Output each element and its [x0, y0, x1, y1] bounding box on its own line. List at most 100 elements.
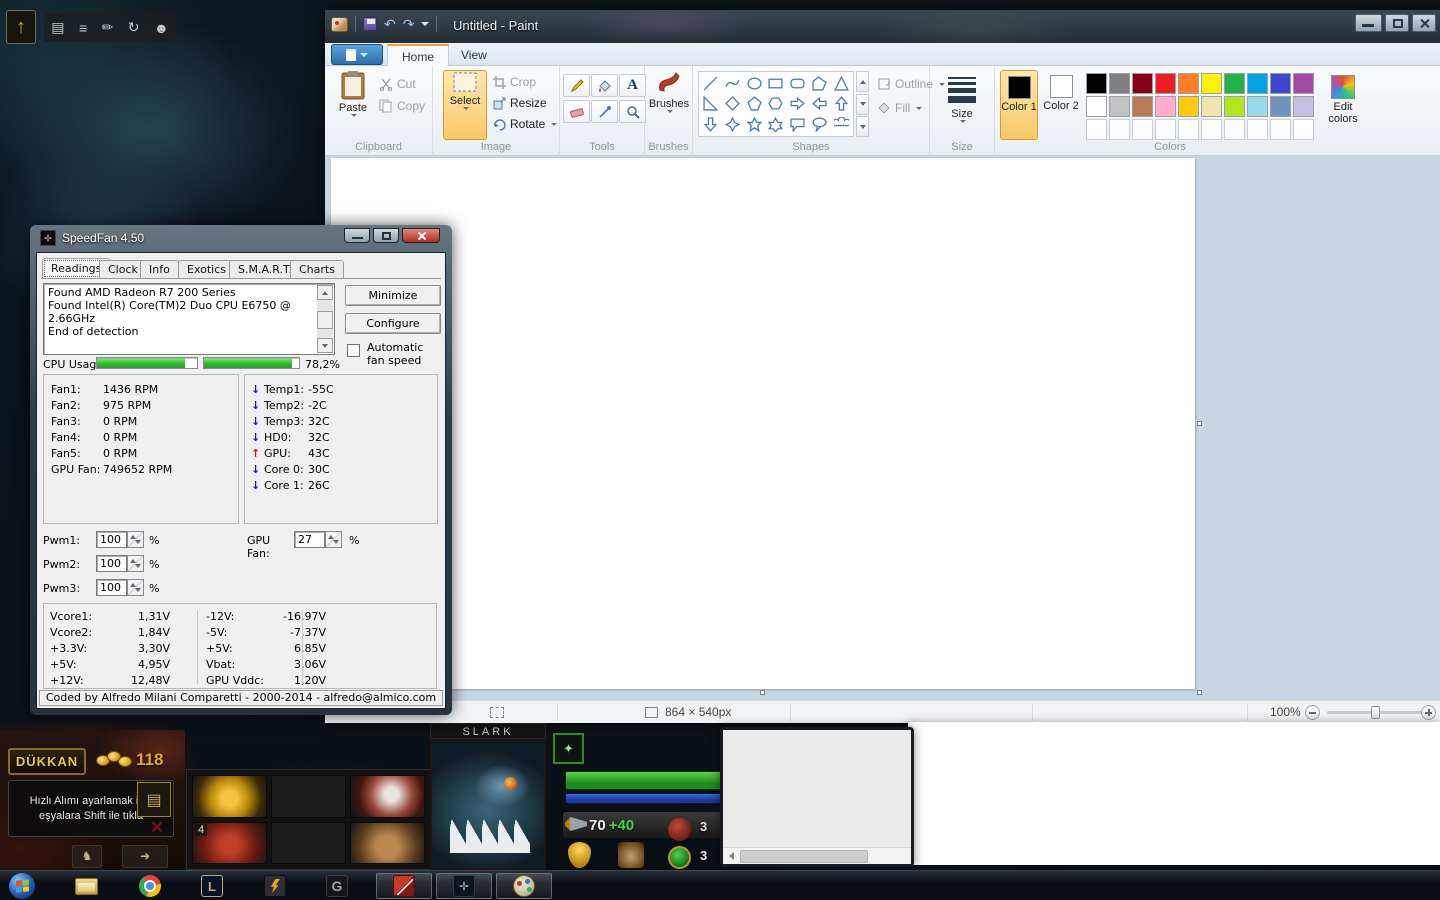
palette-color[interactable] [1270, 73, 1291, 94]
magnifier-tool-button[interactable] [619, 100, 646, 123]
taskbar-item-logitech[interactable]: G [317, 873, 357, 899]
qat-dropdown-icon[interactable] [421, 22, 430, 26]
tab-exotics[interactable]: Exotics [178, 260, 235, 278]
shape-line[interactable] [700, 73, 722, 94]
shape-polygon[interactable] [809, 73, 831, 94]
shape-six-point-star[interactable] [765, 114, 787, 135]
text-tool-button[interactable]: A [619, 74, 646, 97]
picker-tool-button[interactable] [591, 100, 618, 123]
palette-empty-slot[interactable] [1270, 119, 1291, 140]
paint-titlebar[interactable]: ↶ ↷ Untitled - Paint [325, 10, 1440, 43]
palette-color[interactable] [1247, 73, 1268, 94]
dota-scroll-up-button[interactable]: ↑ [6, 10, 36, 44]
palette-color[interactable] [1293, 73, 1314, 94]
taskbar-item-winamp[interactable] [255, 873, 295, 899]
dota-voice-icon[interactable]: ☻ [154, 20, 169, 36]
dota-book-icon[interactable]: ▤ [51, 19, 64, 36]
dota-deliver-items-button[interactable]: ➜ [122, 845, 168, 868]
dota-shop-button[interactable]: DÜKKAN [8, 748, 86, 775]
palette-empty-slot[interactable] [1201, 119, 1222, 140]
palette-empty-slot[interactable] [1109, 119, 1130, 140]
shape-oval-callout[interactable] [809, 114, 831, 135]
fill-button[interactable]: Fill [877, 98, 923, 118]
palette-color[interactable] [1270, 96, 1291, 117]
shape-ellipse[interactable] [743, 73, 765, 94]
shape-rounded-rectangle[interactable] [787, 73, 809, 94]
dota-hero-portrait[interactable] [430, 739, 546, 870]
shapes-scroll-up-button[interactable] [856, 71, 869, 92]
tab-view[interactable]: View [447, 44, 501, 66]
edit-colors-button[interactable]: Edit colors [1321, 70, 1365, 140]
zoom-slider-thumb[interactable] [1371, 706, 1380, 719]
close-button[interactable] [402, 228, 440, 243]
palette-color[interactable] [1109, 73, 1130, 94]
tab-info[interactable]: Info [140, 260, 179, 278]
pwm2-input[interactable]: 100 [96, 555, 127, 572]
shape-curve[interactable] [722, 73, 744, 94]
scrollbar-thumb[interactable] [740, 849, 868, 863]
shape-rounded-callout[interactable] [787, 114, 809, 135]
zoom-slider-track[interactable] [1327, 706, 1427, 719]
palette-color[interactable] [1224, 73, 1245, 94]
tab-charts[interactable]: Charts [290, 260, 344, 278]
color1-button[interactable]: Color 1 [1000, 70, 1038, 140]
palette-empty-slot[interactable] [1178, 119, 1199, 140]
scroll-down-button[interactable] [317, 338, 333, 353]
palette-color[interactable] [1155, 73, 1176, 94]
taskbar-item-paint[interactable] [496, 873, 552, 899]
horizontal-scrollbar[interactable] [723, 847, 911, 864]
dota-list-icon[interactable]: ≡ [79, 20, 87, 36]
pwm2-spinner[interactable] [127, 555, 144, 572]
dota-rotate-icon[interactable]: ↻ [128, 19, 140, 36]
log-scrollbar[interactable] [317, 285, 333, 353]
palette-empty-slot[interactable] [1155, 119, 1176, 140]
palette-empty-slot[interactable] [1086, 119, 1107, 140]
palette-color[interactable] [1178, 73, 1199, 94]
undo-icon[interactable]: ↶ [384, 17, 396, 31]
maximize-button[interactable] [373, 228, 399, 243]
zoom-out-button[interactable] [1305, 705, 1320, 720]
canvas-resize-handle-corner[interactable] [1197, 690, 1202, 695]
taskbar-item-chrome[interactable] [130, 873, 170, 899]
pwm3-spinner[interactable] [127, 579, 144, 596]
taskbar-item-speedfan[interactable] [436, 873, 492, 899]
palette-empty-slot[interactable] [1224, 119, 1245, 140]
shape-left-arrow[interactable] [809, 94, 831, 115]
select-button[interactable]: Select [443, 70, 487, 140]
minimize-button[interactable] [1355, 14, 1382, 32]
paste-button[interactable]: Paste [331, 70, 375, 140]
inventory-slot-tango[interactable]: 4 [192, 821, 267, 864]
palette-color[interactable] [1178, 96, 1199, 117]
pwm3-input[interactable]: 100 [96, 579, 127, 596]
fill-tool-button[interactable] [591, 74, 618, 97]
tab-home[interactable]: Home [387, 44, 450, 66]
shapes-scroll-down-button[interactable] [856, 93, 869, 115]
palette-color[interactable] [1201, 96, 1222, 117]
palette-color[interactable] [1109, 96, 1130, 117]
shape-down-arrow[interactable] [700, 114, 722, 135]
resize-button[interactable]: Resize [493, 93, 547, 113]
brushes-button[interactable]: Brushes [647, 70, 691, 140]
dota-tp-scroll-icon[interactable]: ▤ [137, 782, 171, 817]
shape-cloud-callout[interactable] [830, 114, 852, 135]
scrollbar-thumb[interactable] [317, 311, 333, 329]
inventory-slot-pouch[interactable] [350, 821, 425, 864]
taskbar-item-dota2[interactable] [376, 873, 432, 899]
palette-empty-slot[interactable] [1247, 119, 1268, 140]
dota-buff-icon[interactable]: ✦ [553, 733, 584, 764]
shape-right-arrow[interactable] [787, 94, 809, 115]
scroll-up-button[interactable] [317, 285, 333, 300]
dota-courier-button[interactable]: ♞ [72, 845, 102, 868]
size-button[interactable]: Size [940, 70, 984, 140]
inventory-slot-empty[interactable] [271, 821, 346, 864]
speedfan-titlebar[interactable]: SpeedFan 4.50 [40, 230, 144, 246]
redo-icon[interactable]: ↷ [403, 17, 415, 31]
configure-button[interactable]: Configure [345, 313, 441, 334]
eraser-tool-button[interactable] [563, 100, 590, 123]
shape-four-point-star[interactable] [722, 114, 744, 135]
crop-button[interactable]: Crop [493, 72, 536, 92]
palette-color[interactable] [1132, 73, 1153, 94]
dota-pen-icon[interactable]: ✏ [102, 19, 114, 36]
palette-empty-slot[interactable] [1132, 119, 1153, 140]
palette-color[interactable] [1247, 96, 1268, 117]
